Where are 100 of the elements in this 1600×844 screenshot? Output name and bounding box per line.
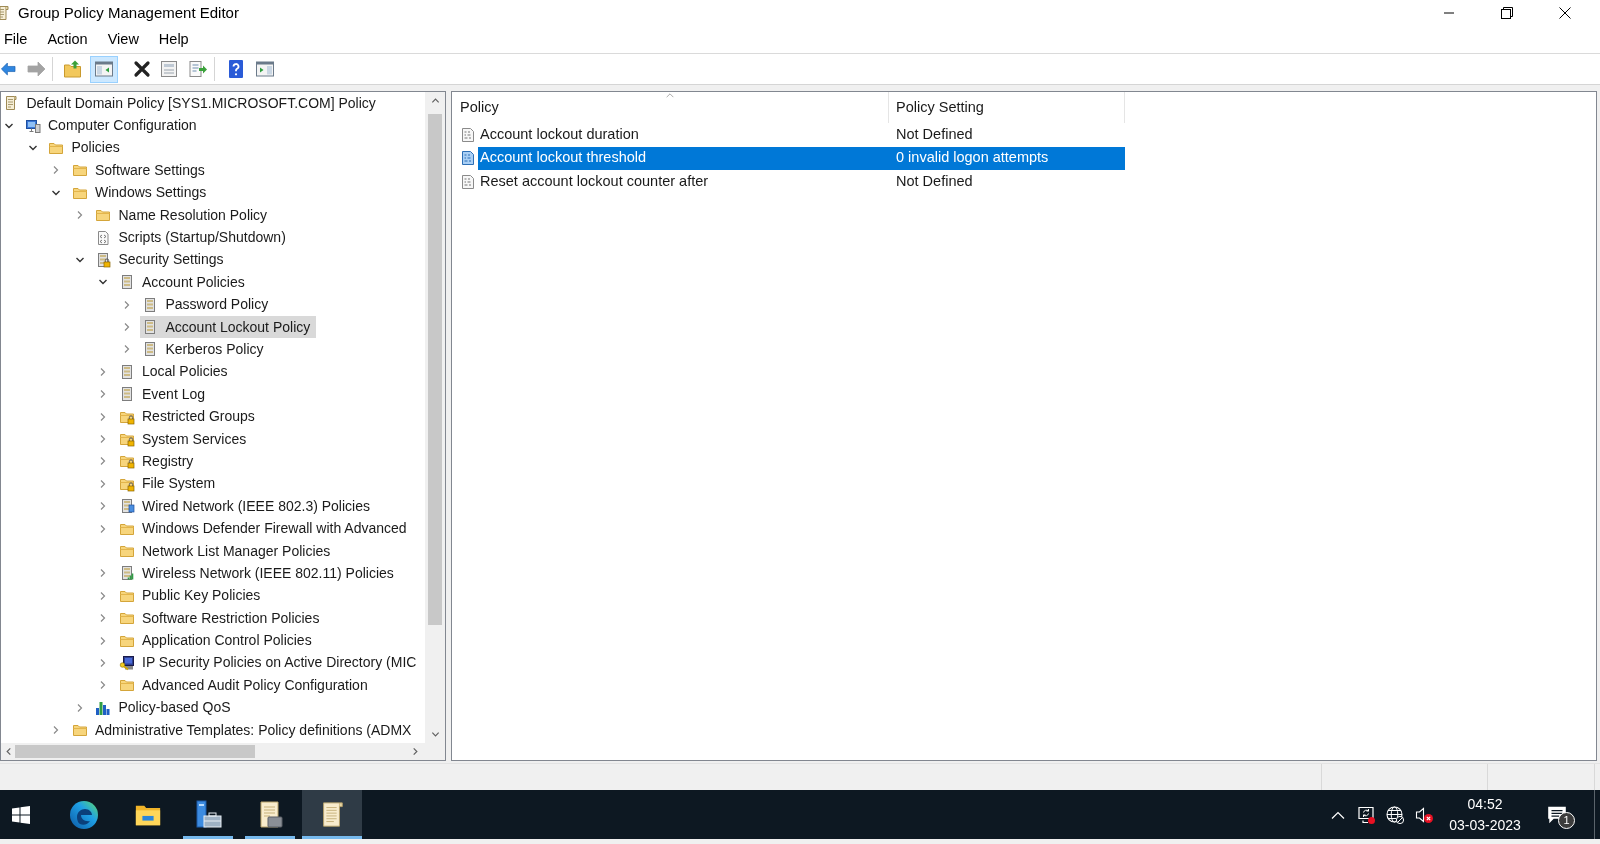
tree-item[interactable]: File System [116,472,222,496]
tree-item[interactable]: Local Policies [116,360,234,384]
list-row[interactable]: Account lockout threshold 0 invalid logon attempts [478,146,1125,170]
vertical-scrollbar[interactable] [425,92,445,743]
chevron-right-icon[interactable] [98,501,108,512]
bar-chart-icon [95,699,111,716]
menu-item[interactable]: View [97,26,149,53]
chevron-right-icon[interactable] [98,635,108,646]
chevron-left-icon[interactable] [3,747,13,756]
tree-item[interactable]: Event Log [116,383,212,406]
tree-item[interactable]: Software Restriction Policies [116,607,326,630]
taskbar-clock[interactable]: 04:52 03-03-2023 [1438,790,1532,839]
tree-item[interactable]: Advanced Audit Policy Configuration [116,674,374,697]
scroll-icon [0,5,9,21]
tree-item[interactable]: Policies [46,136,126,160]
document-icon [460,173,476,190]
chevron-right-icon[interactable] [98,366,108,377]
tree-item[interactable]: Public Key Policies [116,584,267,607]
locked-folder-icon [118,453,135,470]
tree-item[interactable]: Restricted Groups [116,405,261,428]
table-cell-text: Account lockout duration [479,124,640,144]
menu-item[interactable]: File [0,26,38,53]
menu-item[interactable]: Help [148,26,199,53]
swirl-logo-icon [69,799,99,830]
tree-item[interactable]: Windows Defender Firewall with Advanced [116,517,413,540]
window-title: Group Policy Management Editor [18,2,239,23]
tree-item[interactable]: IP Security Policies on Active Directory (MIC [116,651,423,675]
tree-item[interactable]: Default Domain Policy [SYS1.MICROSOFT.COM] Policy [1,92,382,115]
tree-item[interactable]: Account Policies [116,271,251,294]
script-page-icon [95,229,111,246]
close-icon [1559,7,1571,19]
locked-server-icon [95,251,111,268]
tree-item[interactable]: Computer Configuration [22,114,203,137]
chevron-right-icon[interactable] [98,434,108,445]
tree-item[interactable]: Registry [116,450,200,473]
chevron-right-icon[interactable] [98,657,108,668]
sync-monitor-icon [1356,804,1376,825]
locked-folder-icon [118,431,135,448]
chevron-right-icon[interactable] [98,523,108,534]
tree-item[interactable]: Password Policy [140,293,275,316]
folder-icon [118,543,135,559]
folder-up-icon [62,59,83,79]
tree-item[interactable]: Administrative Templates: Policy definitions (ADMX [69,718,418,742]
window-panes-icon [254,59,275,79]
globe-icon [1385,804,1405,825]
list-row[interactable]: Account lockout duration Not Defined [478,123,1125,147]
properties-sheet-icon [158,59,179,79]
tree-item[interactable]: System Services [116,427,253,451]
horizontal-scrollbar[interactable] [1,743,425,760]
folder-icon [71,722,88,739]
chevron-right-icon[interactable] [98,389,108,400]
computer-icon [24,117,41,134]
computer-key-icon [118,654,135,671]
tree-item[interactable]: Kerberos Policy [140,338,270,361]
chevron-up-icon[interactable] [430,96,440,105]
notification-count: 1 [1558,812,1575,829]
chevron-right-icon[interactable] [51,165,61,176]
tree-item[interactable]: Security Settings [93,248,230,272]
table-cell-text: Not Defined [895,124,974,144]
tree-item[interactable]: Application Control Policies [116,629,318,652]
table-cell-text: Reset account lockout counter after [479,171,710,191]
folder-icon [95,207,111,224]
show-tree-button[interactable] [90,55,118,83]
chevron-right-icon[interactable] [98,613,108,624]
list-row[interactable]: Reset account lockout counter after Not Defined [478,170,1125,194]
folder-icon [71,162,88,179]
chevron-right-icon[interactable] [98,568,108,579]
folder-icon [118,610,135,627]
taskbar-button[interactable] [302,790,362,839]
export-list-icon [187,59,208,79]
column-header[interactable]: Policy Setting [889,92,1125,123]
forward-arrow-icon [25,59,46,79]
chevron-right-icon[interactable] [98,411,108,422]
column-header[interactable]: Policy [452,92,889,123]
menu-item[interactable]: Action [37,26,98,53]
chevron-up-icon [1331,809,1345,820]
tree-item[interactable]: Windows Settings [69,181,213,204]
table-cell-text: Account lockout threshold [479,148,648,168]
tree-item[interactable]: Wired Network (IEEE 802.3) Policies [116,495,376,518]
tree-item[interactable]: Account Lockout Policy [140,315,317,339]
chevron-right-icon[interactable] [98,590,108,601]
document-icon [460,150,476,167]
window-panes-icon [94,59,114,79]
table-cell-text: 0 invalid logon attempts [895,148,1050,168]
tree-item[interactable]: Wireless Network (IEEE 802.11) Policies [116,562,400,585]
tree-item[interactable]: Scripts (Startup/Shutdown) [93,226,292,249]
chevron-right-icon[interactable] [98,680,108,691]
restore-icon [1501,7,1513,19]
document-icon [460,126,476,143]
chevron-right-icon[interactable] [98,456,108,467]
chevron-right-icon[interactable] [51,725,61,736]
tree-item[interactable]: Network List Manager Policies [116,539,337,563]
scrollbar-thumb[interactable] [428,114,442,625]
chevron-right-icon[interactable] [98,478,108,489]
chevron-down-icon[interactable] [430,730,440,739]
scrollbar-thumb[interactable] [15,745,255,758]
tree-item[interactable]: Software Settings [69,159,211,182]
tree-item[interactable]: Policy-based QoS [93,696,237,719]
tree-item[interactable]: Name Resolution Policy [93,203,274,227]
server-toolbox-icon [193,799,223,830]
